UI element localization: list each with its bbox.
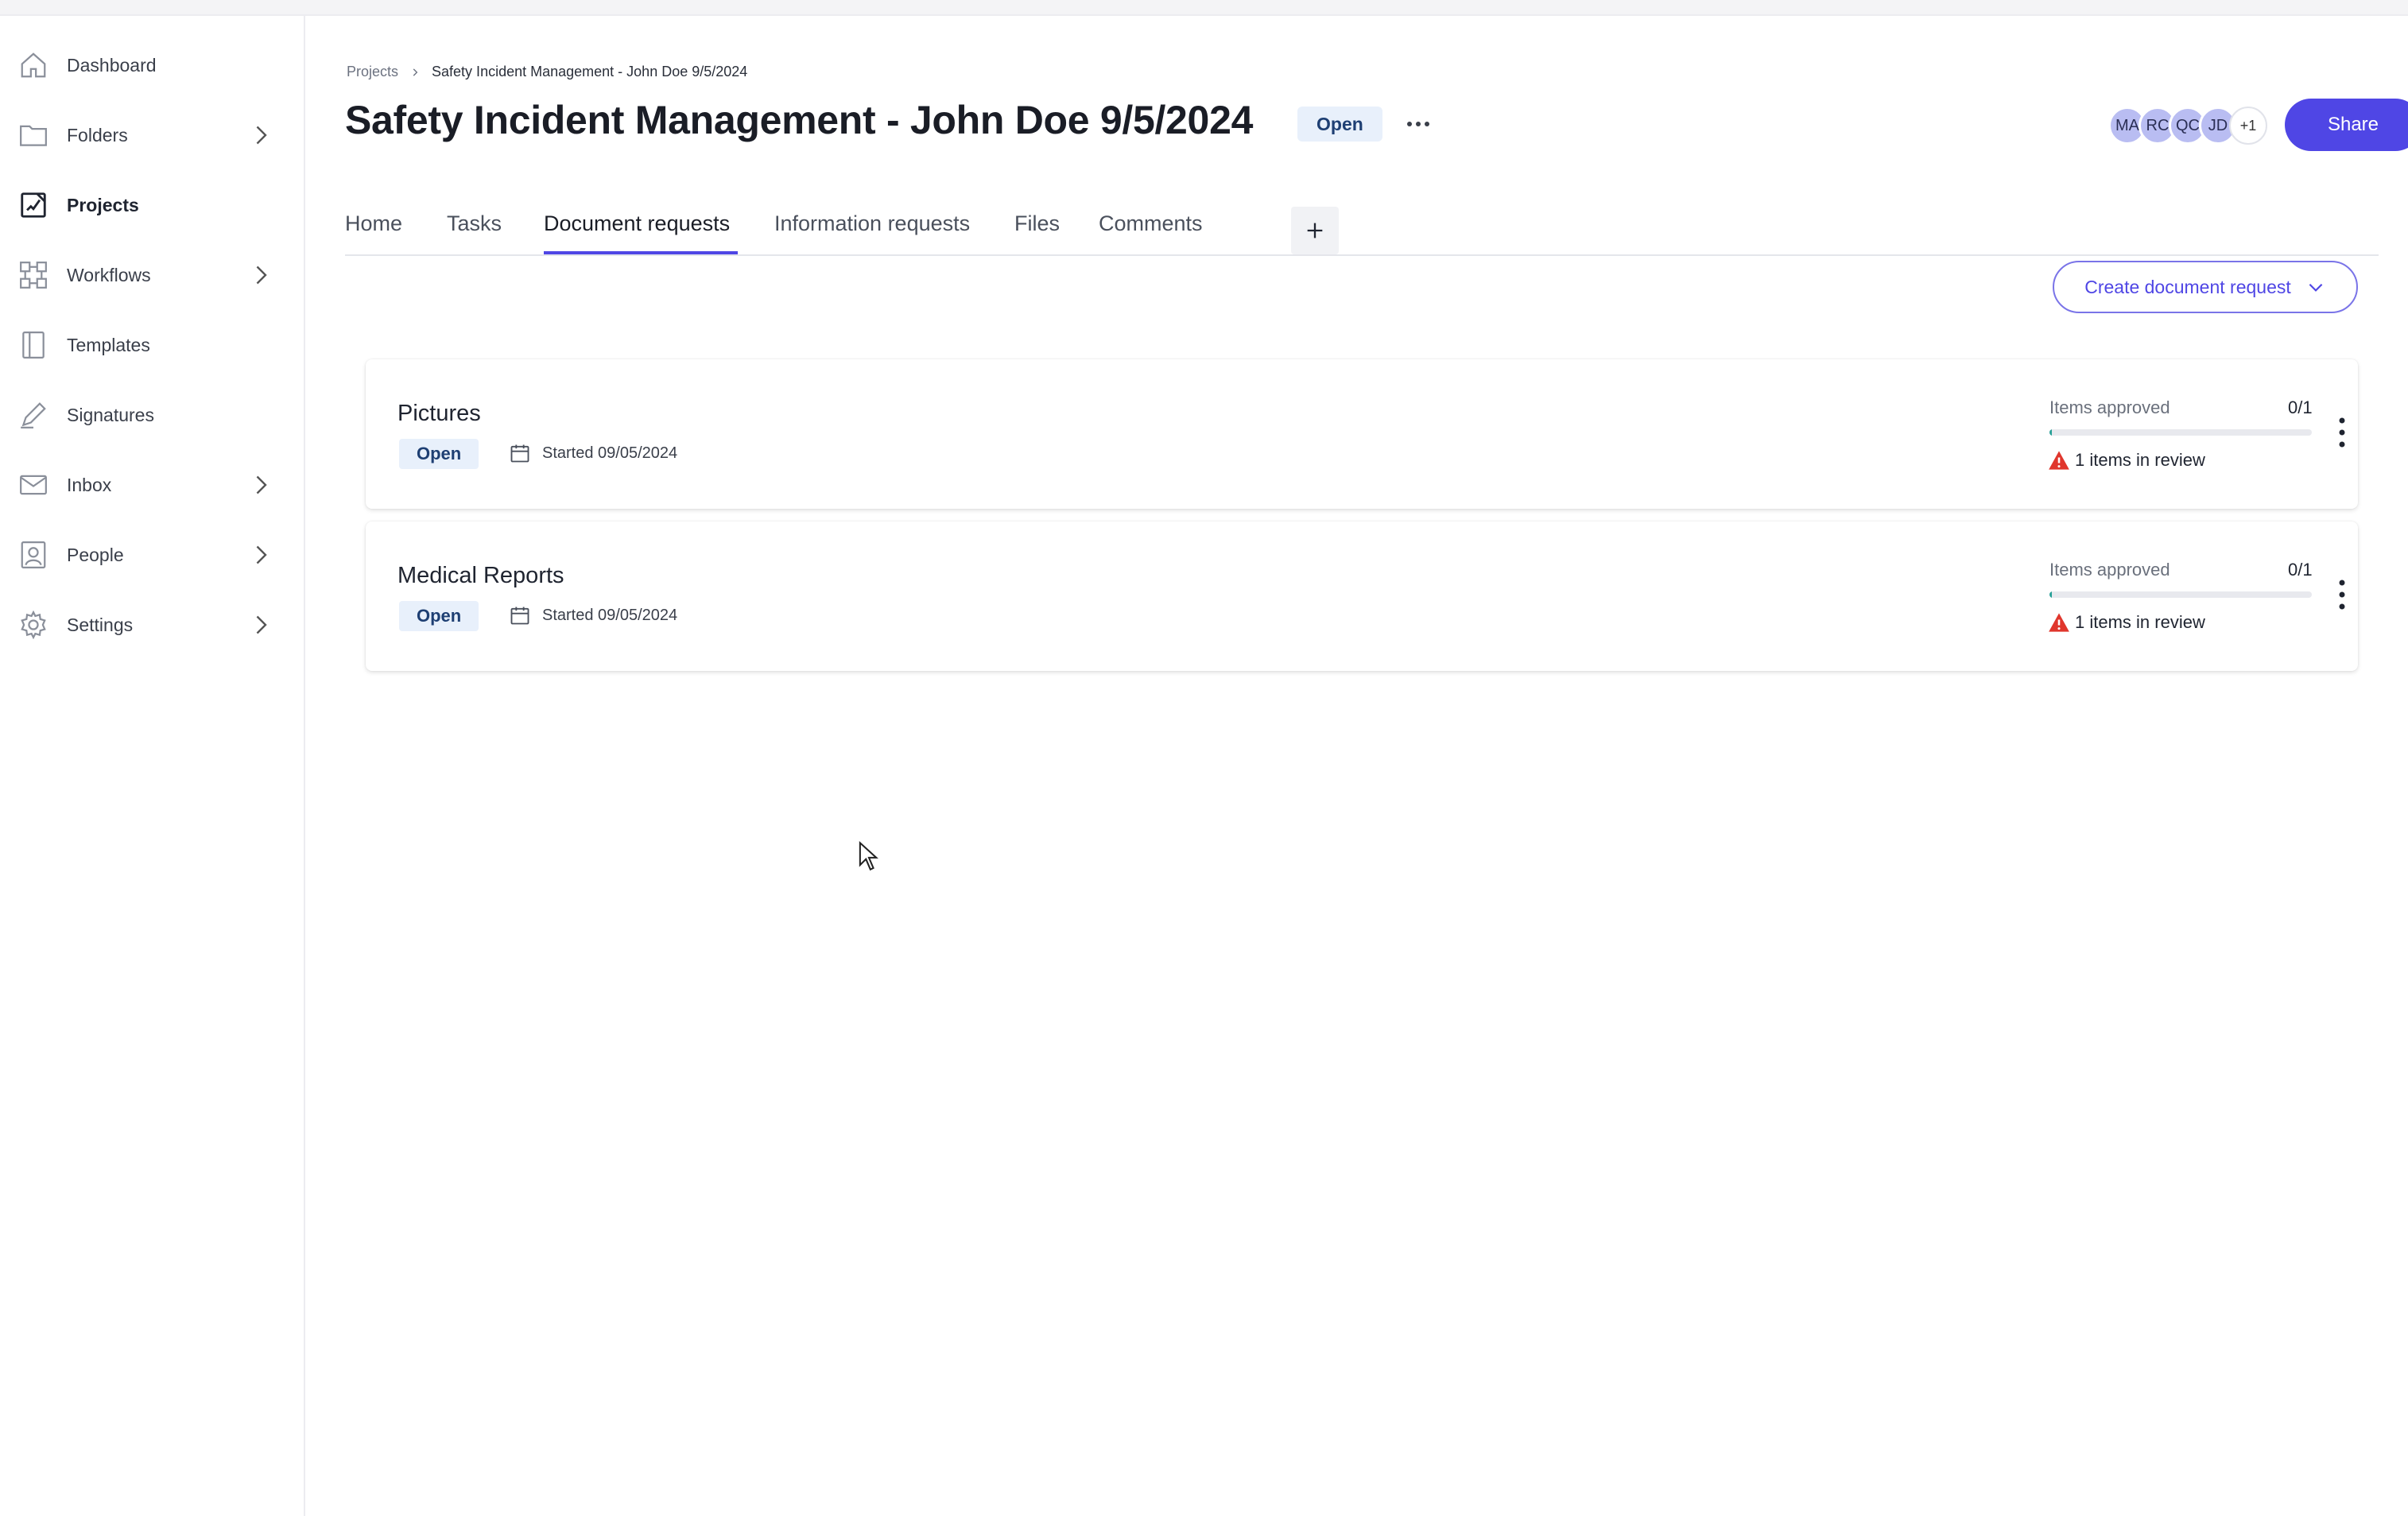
breadcrumb: Projects Safety Incident Management - Jo… [347,64,747,80]
review-status-text: 1 items in review [2075,450,2205,470]
approval-progress-fill [2049,591,2053,598]
sidebar-item-label: Folders [67,124,128,145]
mouse-cursor-icon [859,841,878,871]
card-options-button[interactable] [2326,409,2358,456]
calendar-icon [510,607,529,625]
warning-icon [2049,613,2069,632]
sidebar-item-dashboard[interactable]: Dashboard [0,33,304,97]
create-document-request-label: Create document request [2084,276,2291,297]
sidebar-item-label: Dashboard [67,54,157,76]
share-button[interactable]: Share [2285,99,2408,151]
breadcrumb-projects-link[interactable]: Projects [347,64,398,80]
vertical-ellipsis-icon [2339,417,2345,448]
folder-icon [17,119,49,151]
calendar-icon [510,444,529,463]
chevron-down-icon [2309,283,2323,292]
sidebar-item-workflows[interactable]: Workflows [0,243,304,307]
page-title: Safety Incident Management - John Doe 9/… [345,98,1254,142]
warning-icon [2049,451,2069,470]
avatar-more-count[interactable]: +1 [2229,107,2267,145]
chevron-right-icon [256,615,267,634]
sidebar-item-folders[interactable]: Folders [0,103,304,167]
tab-information-requests[interactable]: Information requests [774,211,970,236]
approval-progress-fill [2049,429,2053,436]
review-status: 1 items in review [2048,450,2205,471]
tab-tasks[interactable]: Tasks [447,211,502,236]
sidebar-item-label: People [67,544,124,565]
chevron-right-icon [413,68,418,76]
request-title[interactable]: Pictures [397,401,481,427]
collaborator-avatars[interactable]: MA RC QC JD +1 [2108,107,2267,145]
signature-icon [17,399,49,431]
items-approved-count: 0/1 [2288,560,2313,580]
tab-home[interactable]: Home [345,211,402,236]
tab-document-requests[interactable]: Document requests [544,211,730,236]
chevron-right-icon [256,475,267,494]
review-status-text: 1 items in review [2075,612,2205,632]
breadcrumb-current: Safety Incident Management - John Doe 9/… [432,64,748,79]
tab-files[interactable]: Files [1014,211,1060,236]
projects-icon [17,189,49,221]
mail-icon [17,469,49,501]
person-icon [17,539,49,571]
main-content: Projects Safety Incident Management - Jo… [305,16,2408,1516]
status-badge: Open [399,439,479,469]
status-badge: Open [399,601,479,631]
card-options-button[interactable] [2326,571,2358,618]
chevron-right-icon [256,126,267,145]
tab-bar: Home Tasks Document requests Information… [345,200,2379,256]
document-request-card[interactable]: Pictures Open Started 09/05/2024 Items a… [366,359,2358,509]
sidebar-item-signatures[interactable]: Signatures [0,383,304,447]
request-start-date: Started 09/05/2024 [509,442,677,464]
sidebar-item-projects[interactable]: Projects [0,173,304,237]
review-status: 1 items in review [2048,612,2205,633]
sidebar-item-label: Signatures [67,404,154,425]
sidebar-item-inbox[interactable]: Inbox [0,453,304,517]
home-icon [17,49,49,81]
templates-icon [17,329,49,361]
sidebar-item-label: Projects [67,194,139,215]
approval-progress-bar [2049,591,2312,598]
chevron-right-icon [256,266,267,285]
items-approved-label: Items approved [2049,560,2170,580]
sidebar: Dashboard Folders Projects Workflows Tem… [0,16,305,1516]
request-title[interactable]: Medical Reports [397,563,564,589]
document-request-card[interactable]: Medical Reports Open Started 09/05/2024 … [366,521,2358,671]
sidebar-item-people[interactable]: People [0,523,304,587]
vertical-ellipsis-icon [2339,580,2345,610]
workflows-icon [17,259,49,291]
request-start-date-text: Started 09/05/2024 [542,606,678,624]
chevron-right-icon [256,545,267,564]
approval-progress-bar [2049,429,2312,436]
sidebar-item-label: Settings [67,614,134,635]
items-approved-count: 0/1 [2288,397,2313,417]
gear-icon [17,609,49,641]
request-start-date-text: Started 09/05/2024 [542,444,678,462]
status-badge: Open [1297,107,1382,142]
sidebar-item-settings[interactable]: Settings [0,593,304,657]
request-start-date: Started 09/05/2024 [509,604,677,626]
more-options-button[interactable] [1402,110,1434,138]
sidebar-item-label: Inbox [67,474,112,495]
tab-comments[interactable]: Comments [1099,211,1203,236]
window-top-bar [0,0,2408,16]
add-tab-button[interactable] [1291,207,1339,254]
sidebar-item-label: Workflows [67,264,151,285]
ellipsis-icon [1407,122,1429,126]
plus-icon [1307,223,1323,238]
create-document-request-button[interactable]: Create document request [2053,261,2358,313]
sidebar-item-templates[interactable]: Templates [0,313,304,377]
items-approved-label: Items approved [2049,397,2170,417]
active-tab-indicator [544,251,738,254]
sidebar-item-label: Templates [67,334,150,355]
